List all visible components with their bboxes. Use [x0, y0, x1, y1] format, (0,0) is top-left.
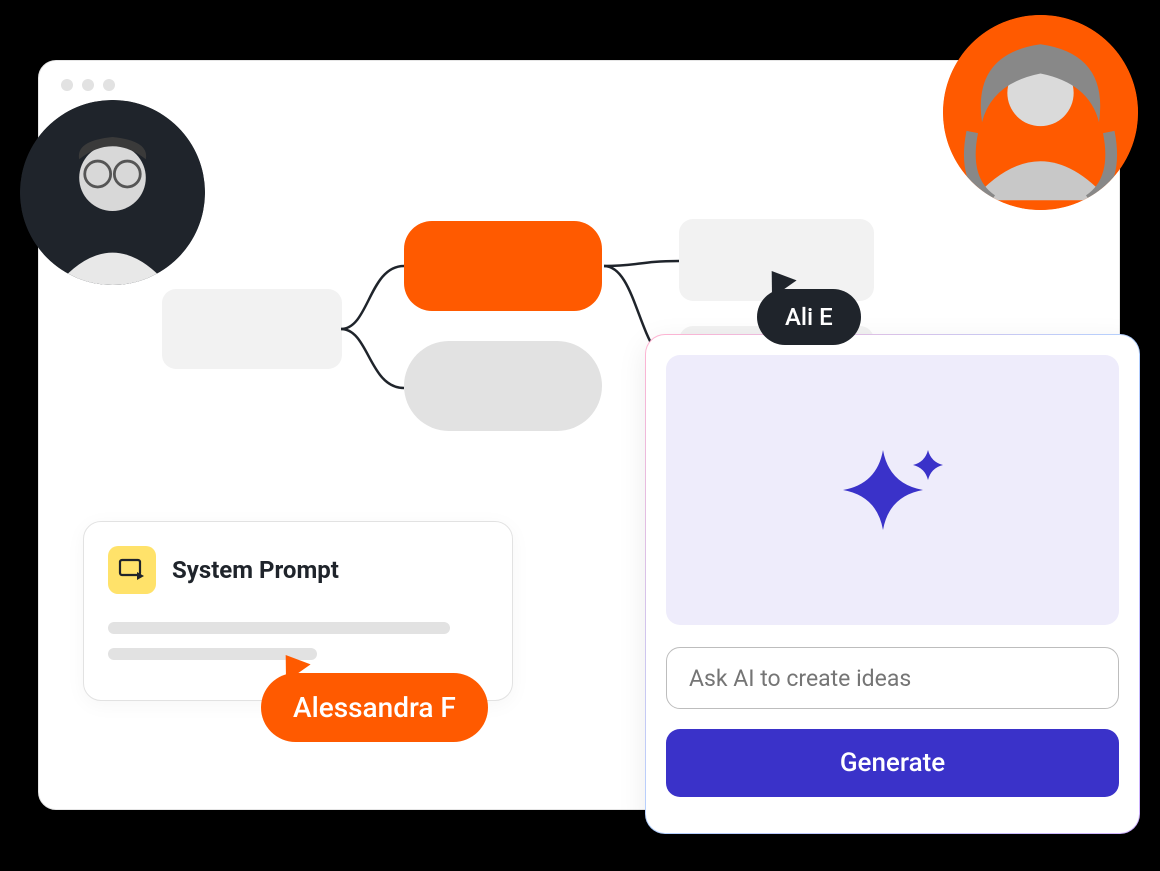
display-play-icon	[108, 546, 156, 594]
generate-button[interactable]: Generate	[666, 729, 1119, 797]
window-controls	[61, 79, 115, 91]
ai-preview-area	[666, 355, 1119, 625]
system-prompt-title: System Prompt	[172, 556, 339, 584]
mindmap-node-root[interactable]	[162, 289, 342, 369]
collaborator-name-badge: Ali E	[757, 289, 861, 345]
placeholder-line	[108, 622, 450, 634]
collaborator-cursor: Ali E	[757, 269, 861, 345]
window-dot[interactable]	[61, 79, 73, 91]
ai-prompt-input[interactable]	[666, 647, 1119, 709]
window-dot[interactable]	[82, 79, 94, 91]
collaborator-name-badge: Alessandra F	[261, 673, 488, 742]
sparkle-icon	[833, 430, 953, 550]
avatar	[20, 100, 205, 285]
avatar	[943, 15, 1138, 210]
window-dot[interactable]	[103, 79, 115, 91]
collaborator-cursor: Alessandra F	[261, 653, 488, 742]
ai-generate-panel: Generate	[645, 334, 1140, 834]
mindmap-node-highlighted[interactable]	[404, 221, 602, 311]
mindmap-node-pill[interactable]	[404, 341, 602, 431]
